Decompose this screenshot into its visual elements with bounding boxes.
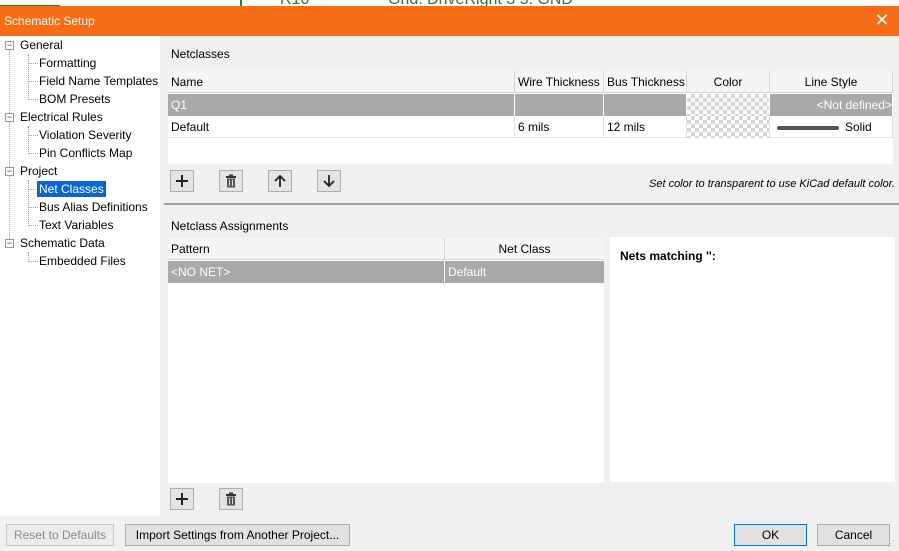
tree-line xyxy=(28,81,38,82)
netclasses-grid: Name Wire Thickness Bus Thickness Color … xyxy=(168,71,893,164)
tree-item-label: Field Name Templates xyxy=(39,74,159,88)
column-header[interactable]: Wire Thickness xyxy=(515,71,604,93)
tree-line xyxy=(28,225,38,226)
tree-line xyxy=(28,153,38,154)
table-row[interactable]: Q1 <Not defined> xyxy=(168,94,893,116)
trash-icon xyxy=(226,492,236,506)
tree-group-label: General xyxy=(20,38,63,52)
netclass-name-cell[interactable]: Default xyxy=(168,116,515,138)
tree-group-schematic-data[interactable]: Schematic Data xyxy=(20,234,105,252)
tree-item-label: Net Classes xyxy=(37,181,106,197)
column-header[interactable]: Net Class xyxy=(445,238,604,260)
grid-header: Pattern Net Class xyxy=(168,238,604,260)
arrow-down-icon xyxy=(323,175,335,188)
tree-line xyxy=(28,180,29,226)
add-icon xyxy=(176,175,188,187)
tree-item-label: Pin Conflicts Map xyxy=(39,146,133,160)
netclass-cell[interactable]: Default xyxy=(445,261,604,283)
tree-item-bom-presets[interactable]: BOM Presets xyxy=(39,90,110,108)
assignments-grid: Pattern Net Class <NO NET> Default xyxy=(168,238,604,483)
reset-to-defaults-button[interactable]: Reset to Defaults xyxy=(6,524,114,546)
resize-grip-icon[interactable]: ⋰ xyxy=(887,539,897,549)
import-settings-button[interactable]: Import Settings from Another Project... xyxy=(125,524,350,546)
cancel-button[interactable]: Cancel xyxy=(817,524,890,546)
tree-item-text-variables[interactable]: Text Variables xyxy=(39,216,113,234)
delete-assignment-button[interactable] xyxy=(219,488,243,510)
tree-item-label: Bus Alias Definitions xyxy=(39,200,148,214)
line-style-cell[interactable]: <Not defined> xyxy=(770,94,893,116)
tree-item-net-classes[interactable]: Net Classes xyxy=(37,180,106,198)
column-header[interactable]: Color xyxy=(687,71,770,93)
add-icon xyxy=(176,493,188,505)
panel-divider xyxy=(160,36,164,516)
tree-line xyxy=(28,126,29,154)
line-style-swatch xyxy=(777,125,839,130)
tree-item-violation-severity[interactable]: Violation Severity xyxy=(39,126,132,144)
table-row[interactable]: Default 6 mils 12 mils Solid xyxy=(168,116,893,138)
color-swatch-cell[interactable] xyxy=(687,116,770,138)
ok-button[interactable]: OK xyxy=(734,524,807,546)
tree-item-formatting[interactable]: Formatting xyxy=(39,54,96,72)
line-style-label: Solid xyxy=(845,120,872,134)
transparent-color-hint: Set color to transparent to use KiCad de… xyxy=(649,178,896,190)
wire-thickness-cell[interactable]: 6 mils xyxy=(515,116,604,138)
tree-item-label: BOM Presets xyxy=(39,92,111,106)
delete-netclass-button[interactable] xyxy=(219,170,243,192)
add-netclass-button[interactable] xyxy=(170,170,194,192)
add-assignment-button[interactable] xyxy=(170,488,194,510)
expander-icon[interactable]: − xyxy=(5,41,14,50)
nets-matching-label: Nets matching '': xyxy=(620,249,716,263)
tree-group-label: Project xyxy=(20,164,58,178)
color-swatch-cell[interactable] xyxy=(687,94,770,116)
line-style-cell[interactable]: Solid xyxy=(770,116,893,138)
trash-icon xyxy=(226,174,236,188)
tree-line xyxy=(28,207,38,208)
tree-group-project[interactable]: Project xyxy=(20,162,57,180)
tree-group-label: Schematic Data xyxy=(20,236,105,250)
pattern-cell[interactable]: <NO NET> xyxy=(168,261,445,283)
tree-group-general[interactable]: General xyxy=(20,36,63,54)
tree-item-label: Embedded Files xyxy=(39,254,126,268)
tree-item-label: Formatting xyxy=(39,56,97,70)
close-icon[interactable]: ✕ xyxy=(871,10,893,32)
wire-thickness-cell[interactable] xyxy=(515,94,604,116)
window-titlebar: Schematic Setup ✕ xyxy=(0,6,899,36)
table-row[interactable]: <NO NET> Default xyxy=(168,261,604,283)
tree-group-electrical-rules[interactable]: Electrical Rules xyxy=(20,108,103,126)
column-header[interactable]: Bus Thickness xyxy=(604,71,687,93)
grid-header: Name Wire Thickness Bus Thickness Color … xyxy=(168,71,893,93)
tree-line xyxy=(28,99,38,100)
tree-group-label: Electrical Rules xyxy=(20,110,103,124)
tree-item-field-name-templates[interactable]: Field Name Templates xyxy=(39,72,158,90)
tree-item-label: Text Variables xyxy=(39,218,114,232)
expander-icon[interactable]: − xyxy=(5,113,14,122)
tree-item-pin-conflicts-map[interactable]: Pin Conflicts Map xyxy=(39,144,132,162)
dialog-button-bar: Reset to Defaults Import Settings from A… xyxy=(0,516,899,551)
arrow-up-icon xyxy=(274,174,286,187)
move-up-button[interactable] xyxy=(268,170,292,192)
move-down-button[interactable] xyxy=(317,170,341,192)
netclasses-label: Netclasses xyxy=(171,47,230,61)
tree-line xyxy=(9,49,10,247)
column-header[interactable]: Name xyxy=(168,71,515,93)
expander-icon[interactable]: − xyxy=(5,167,14,176)
tree-item-label: Violation Severity xyxy=(39,128,132,142)
settings-tree: − General Formatting Field Name Template… xyxy=(0,36,160,516)
assignments-label: Netclass Assignments xyxy=(171,219,289,233)
window-title: Schematic Setup xyxy=(4,14,95,28)
section-divider[interactable] xyxy=(164,203,899,205)
bus-thickness-cell[interactable] xyxy=(604,94,687,116)
column-header[interactable]: Pattern xyxy=(168,238,445,260)
expander-icon[interactable]: − xyxy=(5,239,14,248)
tree-line xyxy=(28,135,38,136)
tree-item-bus-alias-definitions[interactable]: Bus Alias Definitions xyxy=(39,198,148,216)
column-header[interactable]: Line Style xyxy=(770,71,893,93)
tree-item-embedded-files[interactable]: Embedded Files xyxy=(39,252,126,270)
netclass-name-cell[interactable]: Q1 xyxy=(168,94,515,116)
tree-line xyxy=(28,54,29,100)
nets-matching-panel: Nets matching '': xyxy=(610,237,895,482)
tree-line xyxy=(28,63,38,64)
bus-thickness-cell[interactable]: 12 mils xyxy=(604,116,687,138)
tree-line xyxy=(28,261,38,262)
